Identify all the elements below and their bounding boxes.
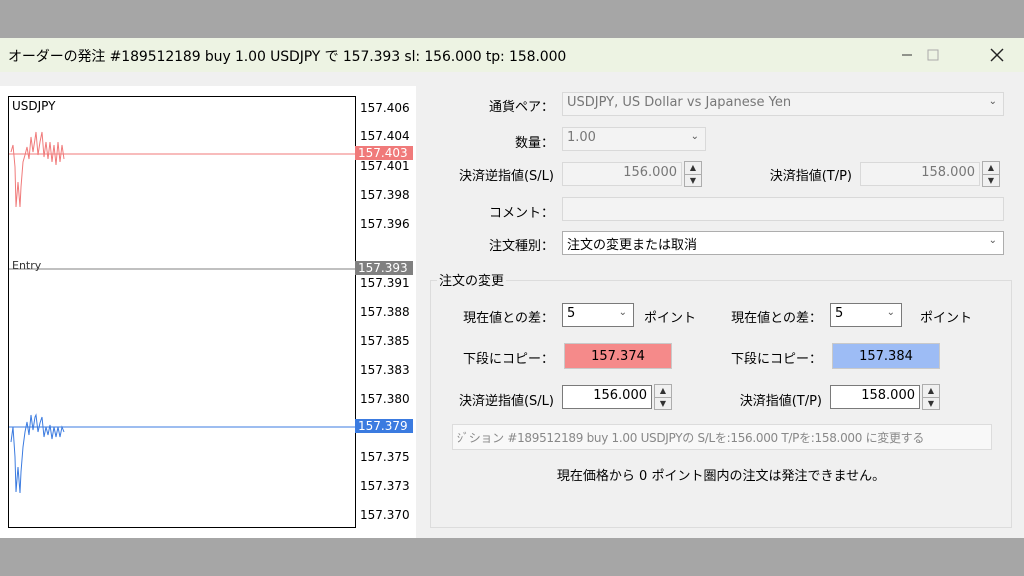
maximize-icon: [927, 49, 939, 61]
entry-label: Entry: [12, 259, 42, 272]
axis-tick: 157.373: [360, 479, 410, 493]
arrow-up-icon[interactable]: ▲: [655, 385, 671, 397]
modify-group-title: 注文の変更: [437, 270, 507, 289]
diff-value-left: 5: [567, 306, 576, 321]
axis-tick: 157.380: [360, 392, 410, 406]
volume-label: 数量：: [514, 136, 554, 151]
axis-tick: 157.375: [360, 450, 410, 464]
axis-tick: 157.385: [360, 334, 410, 348]
chart-canvas: [9, 131, 355, 494]
modify-sl-label: 決済逆指値(S/L): [458, 394, 554, 409]
window-title: オーダーの発注 #189512189 buy 1.00 USDJPY で 157…: [8, 49, 567, 65]
close-button[interactable]: [974, 38, 1020, 72]
chevron-down-icon: ⌄: [988, 96, 997, 107]
notice-text: 現在価格から 0 ポイント圏内の注文は発注できません。: [556, 469, 886, 484]
tp-field[interactable]: 158.000: [860, 162, 980, 186]
tp-price-tag: 157.403: [355, 146, 413, 160]
sl-price-tag: 157.379: [355, 419, 413, 433]
order-type-value: 注文の変更または取消: [567, 238, 698, 253]
order-type-label: 注文種別：: [488, 239, 554, 254]
diff-select-left[interactable]: 5 ⌄: [562, 303, 634, 327]
modify-tp-value: 158.000: [861, 388, 915, 403]
tick-chart-panel: USDJPY Entry 157.406 157.404 157.401 157…: [0, 86, 416, 538]
modify-tp-field[interactable]: 158.000: [830, 385, 920, 409]
axis-tick: 157.383: [360, 363, 410, 377]
axis-tick: 157.370: [360, 508, 410, 522]
axis-tick: 157.391: [360, 276, 410, 290]
modify-sl-spinner[interactable]: ▲ ▼: [654, 384, 672, 410]
copy-tp-button[interactable]: 157.384: [832, 343, 940, 369]
chevron-down-icon: ⌄: [618, 307, 627, 318]
sl-value: 156.000: [623, 165, 677, 180]
copy-label-left: 下段にコピー：: [462, 352, 554, 367]
arrow-up-icon[interactable]: ▲: [923, 385, 939, 397]
sl-label: 決済逆指値(S/L): [458, 169, 554, 184]
comment-label: コメント：: [488, 206, 554, 221]
diff-select-right[interactable]: 5 ⌄: [830, 303, 902, 327]
points-label-left: ポイント: [644, 311, 697, 326]
symbol-select[interactable]: USDJPY, US Dollar vs Japanese Yen ⌄: [562, 92, 1004, 116]
tp-spinner[interactable]: ▲ ▼: [982, 161, 1000, 187]
arrow-up-icon[interactable]: ▲: [685, 162, 701, 174]
axis-tick: 157.398: [360, 188, 410, 202]
close-icon: [990, 48, 1004, 62]
axis-tick: 157.406: [360, 101, 410, 115]
volume-value: 1.00: [567, 130, 596, 145]
points-label-right: ポイント: [920, 311, 973, 326]
modify-sl-value: 156.000: [593, 388, 647, 403]
symbol-value: USDJPY, US Dollar vs Japanese Yen: [567, 95, 792, 110]
modify-order-button[interactable]: ｼﾞション #189512189 buy 1.00 USDJPYの S/Lを:1…: [452, 424, 992, 450]
axis-tick: 157.401: [360, 159, 410, 173]
copy-sl-button[interactable]: 157.374: [564, 343, 672, 369]
volume-select[interactable]: 1.00 ⌄: [562, 127, 706, 151]
arrow-down-icon[interactable]: ▼: [685, 173, 701, 187]
modify-tp-spinner[interactable]: ▲ ▼: [922, 384, 940, 410]
symbol-label: 通貨ペア：: [488, 100, 554, 115]
order-dialog: オーダーの発注 #189512189 buy 1.00 USDJPY で 157…: [0, 38, 1024, 538]
sl-field[interactable]: 156.000: [562, 162, 682, 186]
modify-tp-label: 決済指値(T/P): [739, 394, 822, 409]
chevron-down-icon: ⌄: [690, 131, 699, 142]
title-bar: オーダーの発注 #189512189 buy 1.00 USDJPY で 157…: [0, 38, 1024, 72]
arrow-down-icon[interactable]: ▼: [983, 173, 999, 187]
tick-chart: USDJPY Entry: [8, 96, 356, 528]
axis-tick: 157.396: [360, 217, 410, 231]
entry-price-tag: 157.393: [355, 261, 413, 275]
sl-spinner[interactable]: ▲ ▼: [684, 161, 702, 187]
arrow-up-icon[interactable]: ▲: [983, 162, 999, 174]
chevron-down-icon: ⌄: [886, 307, 895, 318]
maximize-button[interactable]: [910, 38, 956, 72]
modify-sl-field[interactable]: 156.000: [562, 385, 652, 409]
axis-tick: 157.404: [360, 129, 410, 143]
comment-field[interactable]: [562, 197, 1004, 221]
tp-label: 決済指値(T/P): [769, 169, 852, 184]
tp-value: 158.000: [921, 165, 975, 180]
diff-label-right: 現在値との差：: [731, 311, 822, 326]
arrow-down-icon[interactable]: ▼: [655, 396, 671, 410]
ask-tick-series: [10, 131, 65, 208]
diff-value-right: 5: [835, 306, 844, 321]
copy-label-right: 下段にコピー：: [730, 352, 822, 367]
diff-label-left: 現在値との差：: [463, 311, 554, 326]
arrow-down-icon[interactable]: ▼: [923, 396, 939, 410]
chevron-down-icon: ⌄: [988, 235, 997, 246]
order-type-select[interactable]: 注文の変更または取消 ⌄: [562, 231, 1004, 255]
axis-tick: 157.388: [360, 305, 410, 319]
